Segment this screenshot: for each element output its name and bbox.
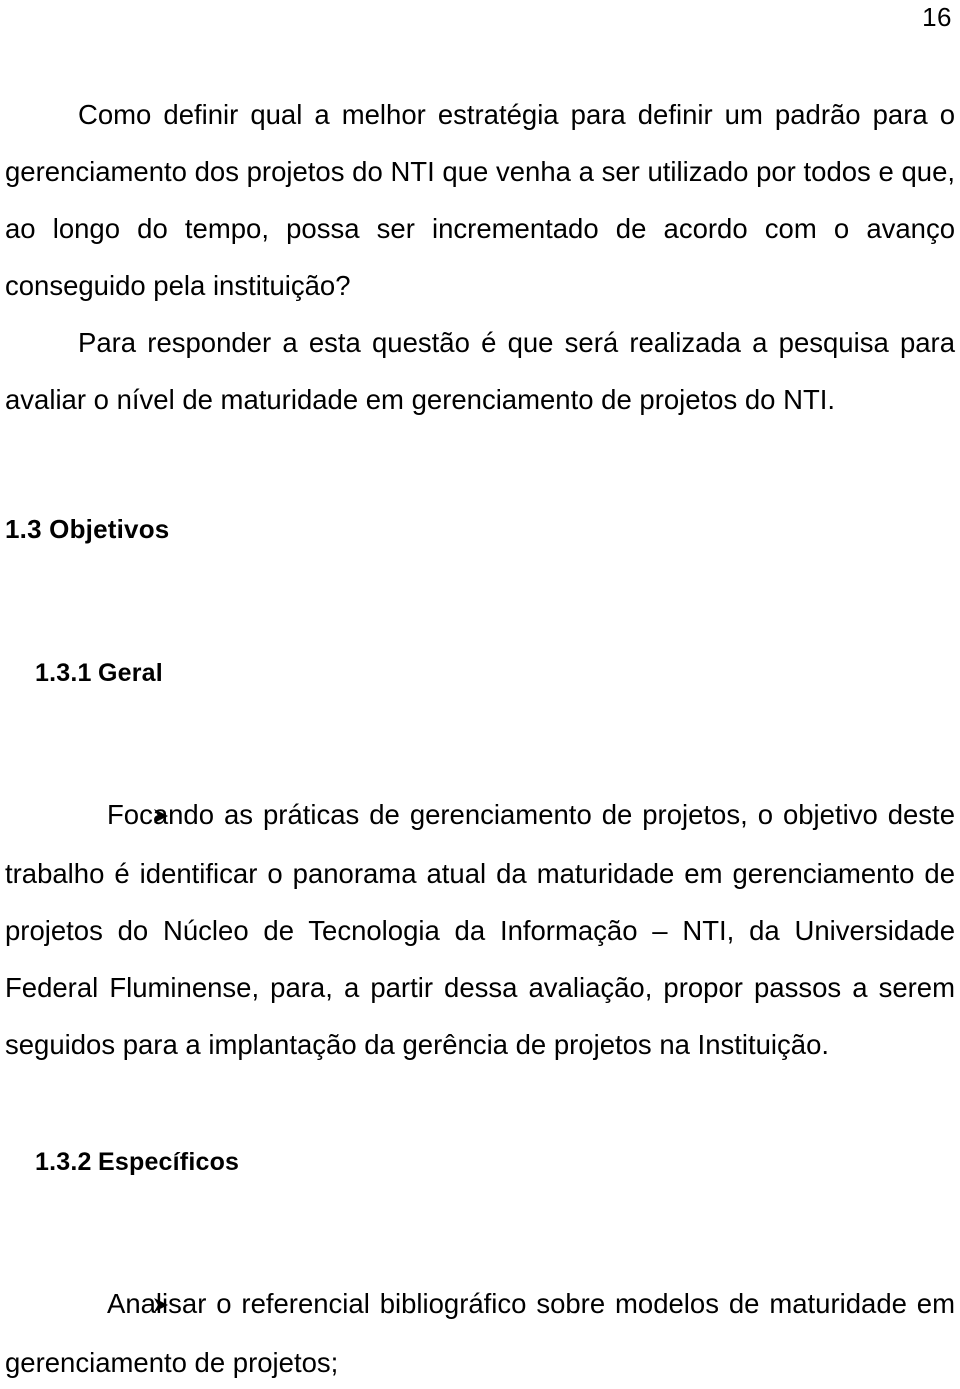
section-number-geral: 1.3.1	[35, 659, 92, 687]
bullet-item-geral-1-text: Focando as práticas de gerenciamento de …	[5, 799, 955, 1060]
body-paragraph-2: Para responder a esta questão é que será…	[5, 327, 955, 415]
page-number: 16	[922, 2, 952, 32]
bullet-item-especificos-1-text: Analisar o referencial bibliográfico sob…	[5, 1288, 955, 1378]
section-heading-objetivos: 1.3 Objetivos	[5, 514, 170, 544]
section-heading-geral: 1.3.1 Geral	[5, 656, 955, 690]
document-page: 16 Como definir qual a melhor estratégia…	[0, 0, 960, 1389]
section-title-especificos: Específicos	[98, 1148, 240, 1176]
bullet-item-geral-1: Focando as práticas de gerenciamento de …	[5, 786, 955, 1073]
arrowhead-bullet-icon	[78, 1277, 168, 1334]
arrowhead-bullet-icon	[78, 788, 168, 845]
section-heading-especificos: 1.3.2 Específicos	[5, 1145, 955, 1179]
section-title-geral: Geral	[98, 659, 163, 687]
section-number-especificos: 1.3.2	[35, 1148, 92, 1176]
body-paragraph-1: Como definir qual a melhor estratégia pa…	[5, 99, 955, 301]
page-content: Como definir qual a melhor estratégia pa…	[5, 86, 955, 1389]
bullet-item-especificos-1: Analisar o referencial bibliográfico sob…	[5, 1275, 955, 1389]
